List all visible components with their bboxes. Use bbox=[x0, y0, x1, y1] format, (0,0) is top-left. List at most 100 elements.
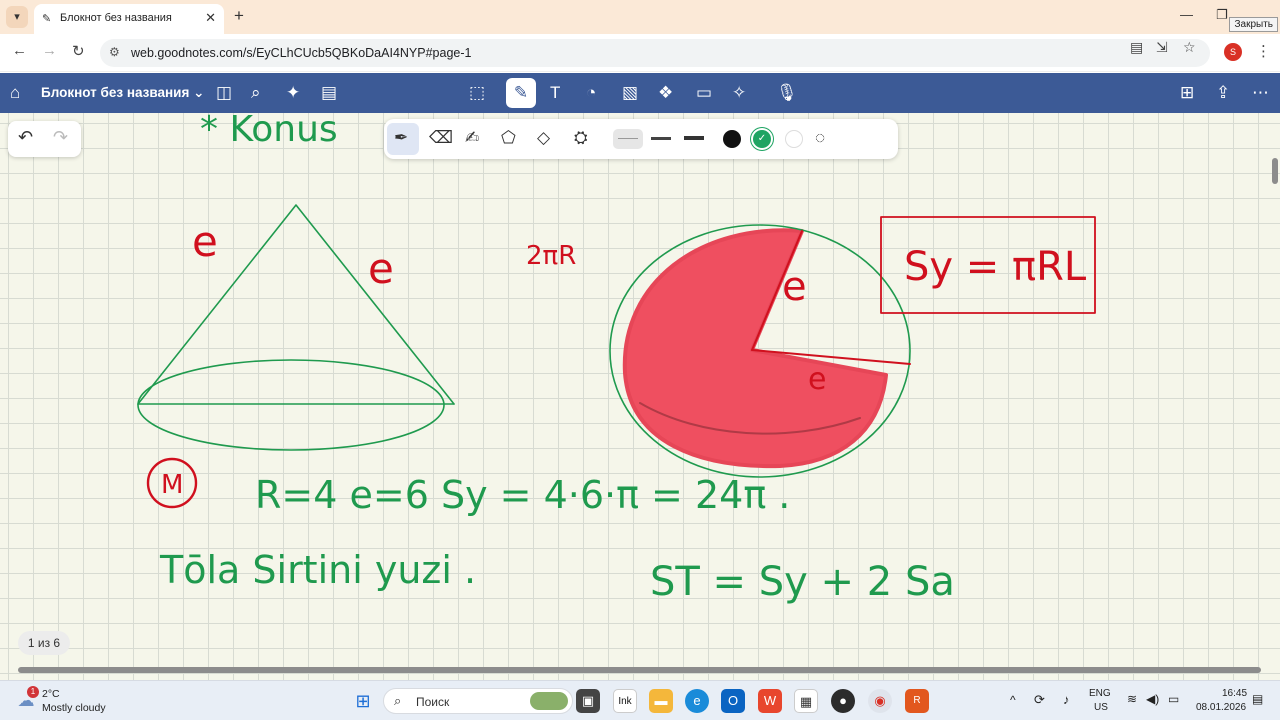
add-page-icon[interactable]: ⊞ bbox=[1180, 83, 1194, 103]
example-marker: M bbox=[161, 470, 183, 500]
heading-text: * Konus bbox=[200, 113, 338, 150]
undo-redo-group: ↶ ↷ bbox=[8, 121, 81, 157]
pen-toolbar: ✒ ⌫ ✍ ⬠ ◇ ⛭ ✓ ◌ bbox=[384, 119, 898, 159]
highlighter-icon[interactable]: ✍ bbox=[465, 128, 479, 148]
arc-label: 2πR bbox=[526, 241, 576, 271]
search-highlight-icon bbox=[530, 692, 568, 710]
language-region[interactable]: US bbox=[1094, 702, 1108, 713]
edge-icon[interactable]: e bbox=[685, 689, 709, 713]
more-options-icon[interactable]: ⋯ bbox=[1252, 83, 1269, 103]
back-icon[interactable]: ← bbox=[12, 42, 27, 59]
wps-office-icon[interactable]: W bbox=[758, 689, 782, 713]
elements-icon[interactable]: ❖ bbox=[658, 83, 673, 103]
cone-label-l1: e bbox=[192, 217, 218, 266]
ink-app-icon[interactable]: Ink bbox=[613, 689, 637, 713]
tray-overflow-icon[interactable]: ^ bbox=[1010, 693, 1016, 707]
page-indicator[interactable]: 1 из 6 bbox=[18, 631, 70, 655]
battery-icon[interactable]: ▭ bbox=[1168, 692, 1179, 706]
search-icon[interactable]: ⌕ bbox=[251, 83, 261, 103]
vertical-scrollbar[interactable] bbox=[1272, 158, 1278, 184]
pen-tool-icon[interactable]: ✎ bbox=[506, 78, 536, 108]
color-black-swatch[interactable] bbox=[723, 130, 741, 148]
home-icon[interactable]: ⌂ bbox=[10, 83, 20, 103]
taskbar-search[interactable]: ⌕ Поиск bbox=[383, 688, 573, 714]
notebook-canvas[interactable]: * Konus e e 2πR e e Sy = πRL M R=4 e=6 S… bbox=[0, 113, 1280, 680]
sector-label-l1: e bbox=[782, 264, 807, 310]
color-green-swatch[interactable]: ✓ bbox=[753, 130, 771, 148]
example-line: R=4 e=6 Sy = 4·6·π = 24π . bbox=[255, 473, 790, 517]
fountain-pen-icon[interactable]: ✒ bbox=[394, 128, 408, 148]
restore-icon[interactable]: ❐ bbox=[1216, 7, 1228, 23]
browser-menu-icon[interactable]: ⋮ bbox=[1256, 42, 1271, 60]
tab-search-icon[interactable]: ▾ bbox=[6, 6, 28, 28]
clock-time[interactable]: 16:45 bbox=[1222, 688, 1247, 699]
task-view-icon[interactable]: ▣ bbox=[576, 689, 600, 713]
chrome-icon[interactable]: ◉ bbox=[868, 689, 892, 713]
cone-label-l2: e bbox=[368, 244, 394, 293]
outlook-icon[interactable]: O bbox=[721, 689, 745, 713]
url-text[interactable]: web.goodnotes.com/s/EyCLhCUcb5QBKoDaAI4N… bbox=[131, 46, 471, 60]
notifications-icon[interactable]: ▤ bbox=[1252, 692, 1263, 706]
ai-sparkle-icon[interactable]: ✦ bbox=[286, 83, 300, 103]
shape-pen-icon[interactable]: ⬠ bbox=[501, 128, 516, 148]
weather-badge: 1 bbox=[27, 686, 39, 698]
sidebar-icon[interactable]: ◫ bbox=[216, 83, 232, 103]
profile-avatar[interactable]: S bbox=[1224, 43, 1242, 61]
goodnotes-header: ⌂ Блокнот без названия ⌄ ◫ ⌕ ✦ ▤ ⬚ ✎ T ◔… bbox=[0, 73, 1280, 113]
document-icon[interactable]: ▤ bbox=[321, 83, 337, 103]
eraser-icon[interactable]: ⌫ bbox=[429, 128, 453, 148]
laser-pointer-icon[interactable]: ✧ bbox=[732, 83, 746, 103]
lasso-select-icon[interactable]: ⬚ bbox=[469, 83, 485, 103]
volume-icon[interactable]: ◀) bbox=[1146, 692, 1159, 706]
shapes-icon[interactable]: ◔ bbox=[586, 83, 596, 103]
undo-icon[interactable]: ↶ bbox=[18, 127, 33, 148]
store-icon[interactable]: ▦ bbox=[794, 689, 818, 713]
new-tab-icon[interactable]: + bbox=[234, 6, 244, 26]
redo-icon[interactable]: ↷ bbox=[53, 127, 68, 148]
elements-tool-icon[interactable]: ⛭ bbox=[574, 128, 588, 148]
share-icon[interactable]: ⇪ bbox=[1216, 83, 1230, 103]
file-explorer-icon[interactable]: ▬ bbox=[649, 689, 673, 713]
text-tool-icon[interactable]: T bbox=[550, 83, 560, 103]
sector-fill bbox=[622, 228, 888, 469]
weather-description[interactable]: Mostly cloudy bbox=[42, 702, 106, 714]
forward-icon[interactable]: → bbox=[42, 42, 57, 59]
stroke-thick-option[interactable] bbox=[679, 129, 709, 149]
search-placeholder: Поиск bbox=[416, 695, 450, 709]
minimize-icon[interactable]: — bbox=[1180, 7, 1193, 22]
install-app-icon[interactable]: ⇲ bbox=[1156, 39, 1168, 56]
windows-start-icon[interactable]: ⊞ bbox=[351, 689, 375, 713]
windows-taskbar: ☁ 1 2°C Mostly cloudy ⊞ ⌕ Поиск ▣ Ink ▬ … bbox=[0, 680, 1280, 720]
wifi-icon[interactable]: ≋ bbox=[1127, 692, 1137, 706]
browser-toolbar: ← → ↻ ⚙ web.goodnotes.com/s/EyCLhCUcb5QB… bbox=[0, 34, 1280, 72]
weather-temperature[interactable]: 2°C bbox=[42, 688, 60, 700]
microphone-icon[interactable]: 🎙 bbox=[776, 83, 798, 103]
horizontal-scrollbar[interactable] bbox=[18, 667, 1261, 673]
refresh-tray-icon[interactable]: ⟳ bbox=[1034, 692, 1045, 708]
search-icon: ⌕ bbox=[394, 693, 402, 708]
address-bar[interactable]: ⚙ web.goodnotes.com/s/EyCLhCUcb5QBKoDaAI… bbox=[100, 39, 1210, 67]
stroke-thin-option[interactable] bbox=[613, 129, 643, 149]
close-tab-icon[interactable]: ✕ bbox=[205, 10, 216, 26]
mic-tray-icon[interactable]: ♪ bbox=[1063, 692, 1070, 707]
site-info-icon[interactable]: ⚙ bbox=[109, 45, 120, 59]
clipboard-icon[interactable]: ▤ bbox=[1130, 39, 1143, 56]
lasso-icon[interactable]: ◇ bbox=[537, 128, 550, 148]
clock-date[interactable]: 08.01.2026 bbox=[1196, 702, 1246, 713]
stroke-medium-option[interactable] bbox=[646, 129, 676, 149]
image-icon[interactable]: ▧ bbox=[622, 83, 638, 103]
sticky-note-icon[interactable]: ▭ bbox=[696, 83, 712, 103]
handwriting-layer[interactable]: * Konus e e 2πR e e Sy = πRL M R=4 e=6 S… bbox=[0, 113, 1280, 680]
bottom-text: Tōla Sirtini yuzi . bbox=[159, 548, 476, 592]
cone-base-ellipse bbox=[137, 359, 445, 451]
add-color-icon[interactable]: ◌ bbox=[815, 128, 825, 148]
bookmark-star-icon[interactable]: ☆ bbox=[1183, 39, 1196, 56]
obs-icon[interactable]: ● bbox=[831, 689, 855, 713]
reload-icon[interactable]: ↻ bbox=[72, 42, 85, 60]
pdf-reader-icon[interactable]: R bbox=[905, 689, 929, 713]
notebook-title[interactable]: Блокнот без названия ⌄ bbox=[41, 85, 204, 101]
language-code[interactable]: ENG bbox=[1089, 688, 1111, 699]
browser-tab[interactable]: ✎ Блокнот без названия ✕ bbox=[34, 4, 224, 34]
color-white-swatch[interactable] bbox=[785, 130, 803, 148]
tab-title: Блокнот без названия bbox=[60, 12, 172, 24]
